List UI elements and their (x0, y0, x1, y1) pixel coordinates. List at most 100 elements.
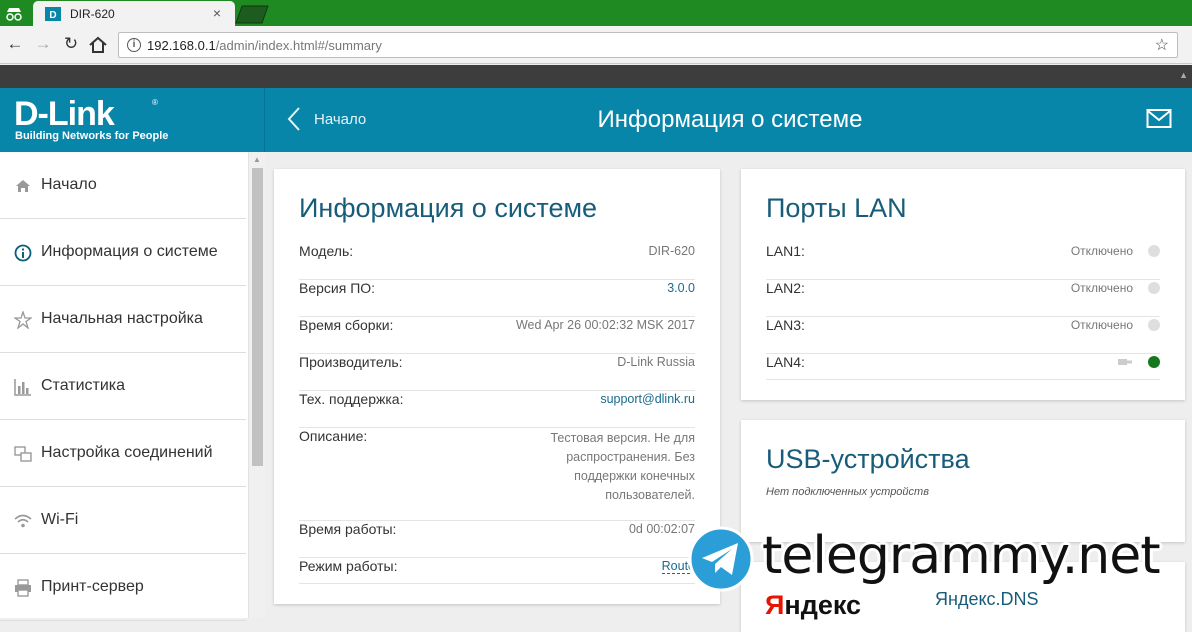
row-value: Тестовая версия. Не для распространения.… (550, 431, 695, 502)
info-row-vendor: Производитель: D-Link Russia (299, 354, 695, 391)
sidebar-item-initial-setup[interactable]: Начальная настройка (0, 286, 246, 353)
tab-close-icon[interactable]: × (213, 5, 221, 21)
port-status-dot (1148, 356, 1160, 368)
row-value: Wed Apr 26 00:02:32 MSK 2017 (515, 318, 695, 332)
home-button-icon[interactable] (88, 36, 108, 54)
row-value: D-Link Russia (617, 355, 695, 369)
sidebar-item-label: Wi-Fi (41, 511, 79, 528)
lan-port-row: LAN2: Отключено (766, 280, 1160, 317)
forward-arrow-icon[interactable]: → (32, 32, 54, 56)
sidebar-item-home[interactable]: Начало (0, 152, 246, 219)
row-label: Производитель: (299, 354, 403, 370)
row-value: 0d 00:02:07 (628, 522, 695, 536)
bookmark-star-icon[interactable]: ☆ (1155, 35, 1169, 55)
sidebar-nav: Начало Информация о системе Начальная на… (0, 152, 248, 621)
watermark: telegrammy.net (688, 522, 1192, 618)
browser-toolbar: ← → ↻ i 192.168.0.1/admin/index.html#/su… (0, 26, 1192, 64)
site-info-icon[interactable]: i (127, 38, 141, 52)
printer-icon (15, 579, 31, 597)
row-label: Время сборки: (299, 317, 394, 333)
port-status-dot (1148, 282, 1160, 294)
app-header: D-Link ® Building Networks for People На… (0, 88, 1192, 152)
sidebar-item-label: Информация о системе (41, 243, 218, 260)
scrollbar-thumb[interactable] (252, 168, 263, 466)
new-tab-button[interactable] (234, 4, 270, 24)
sidebar-item-connections[interactable]: Настройка соединений (0, 420, 246, 487)
row-label: Описание: (299, 428, 368, 444)
port-status-dot (1148, 245, 1160, 257)
row-label: LAN2: (766, 280, 805, 296)
info-row-support: Тех. поддержка: support@dlink.ru (299, 391, 695, 428)
address-bar[interactable]: i 192.168.0.1/admin/index.html#/summary … (118, 32, 1178, 58)
url-host: 192.168.0.1 (147, 38, 216, 53)
row-value: DIR-620 (648, 244, 695, 258)
chevron-left-icon[interactable] (286, 106, 302, 132)
support-email-link[interactable]: support@dlink.ru (600, 392, 695, 406)
port-status: Отключено (1070, 318, 1133, 332)
card-title: Информация о системе (299, 193, 598, 223)
sidebar-item-system-info[interactable]: Информация о системе (0, 219, 246, 286)
card-title: Порты LAN (766, 193, 907, 223)
usb-empty-text: Нет подключенных устройств (766, 486, 929, 498)
dlink-favicon-icon: D (45, 7, 61, 21)
scroll-up-arrow-icon[interactable]: ▲ (253, 155, 261, 164)
sidebar-item-label: Настройка соединений (41, 444, 213, 461)
incognito-icon (6, 8, 22, 21)
info-row-description: Описание: Тестовая версия. Не для распро… (299, 428, 695, 521)
sidebar-item-wifi[interactable]: Wi-Fi (0, 487, 246, 554)
card-title: USB-устройства (766, 444, 970, 474)
sidebar-item-label: Начальная настройка (41, 310, 203, 327)
port-status: Отключено (1070, 281, 1133, 295)
row-label: Модель: (299, 243, 354, 259)
info-row-build-time: Время сборки: Wed Apr 26 00:02:32 MSK 20… (299, 317, 695, 354)
url-path: /admin/index.html#/summary (215, 38, 382, 53)
info-row-firmware: Версия ПО: 3.0.0 (299, 280, 695, 317)
mail-icon[interactable] (1146, 108, 1172, 130)
system-info-card: Информация о системе Модель: DIR-620 Вер… (274, 169, 720, 604)
lan-port-row: LAN4: (766, 354, 1160, 380)
info-row-model: Модель: DIR-620 (299, 243, 695, 280)
sidebar-item-print-server[interactable]: Принт-сервер (0, 554, 246, 621)
logo-tagline: Building Networks for People (15, 130, 169, 142)
lan-port-row: LAN1: Отключено (766, 243, 1160, 280)
info-row-uptime: Время работы: 0d 00:02:07 (299, 521, 695, 558)
row-label: Время работы: (299, 521, 397, 537)
breadcrumb-back-link[interactable]: Начало (314, 111, 366, 128)
telegram-logo-icon (688, 526, 754, 592)
row-label: Режим работы: (299, 558, 398, 574)
wifi-icon (14, 514, 32, 528)
home-icon (16, 180, 30, 192)
row-label: Тех. поддержка: (299, 391, 404, 407)
sidebar-item-label: Начало (41, 176, 97, 193)
sidebar-item-label: Статистика (41, 377, 126, 394)
row-label: Версия ПО: (299, 280, 376, 296)
row-label: LAN1: (766, 243, 805, 259)
sidebar-scrollbar[interactable]: ▲ (248, 152, 265, 618)
sidebar-item-statistics[interactable]: Статистика (0, 353, 246, 420)
dlink-logo[interactable]: D-Link ® Building Networks for People (0, 88, 265, 152)
svg-text:D: D (49, 10, 56, 21)
page-top-strip: ▲ (0, 65, 1192, 88)
ethernet-plug-icon (1118, 359, 1132, 365)
wizard-icon (14, 311, 32, 329)
logo-text: D-Link (14, 95, 115, 133)
browser-tab[interactable]: D DIR-620 × (33, 1, 235, 27)
lan-ports-card: Порты LAN LAN1: Отключено LAN2: Отключен… (741, 169, 1185, 400)
page-title: Информация о системе (597, 106, 863, 133)
sidebar-item-label: Принт-сервер (41, 578, 144, 595)
info-icon (14, 244, 32, 262)
lan-port-row: LAN3: Отключено (766, 317, 1160, 354)
tab-title: DIR-620 (70, 7, 115, 21)
row-label: LAN4: (766, 354, 805, 370)
info-row-mode: Режим работы: Route (299, 558, 695, 584)
connections-icon (14, 446, 32, 462)
port-status: Отключено (1070, 244, 1133, 258)
firmware-version-link[interactable]: 3.0.0 (667, 281, 695, 295)
reload-icon[interactable]: ↻ (60, 32, 82, 56)
statistics-icon (14, 379, 31, 396)
port-status-dot (1148, 319, 1160, 331)
back-arrow-icon[interactable]: ← (4, 32, 26, 56)
scroll-up-arrow-icon[interactable]: ▲ (1179, 70, 1188, 80)
watermark-text: telegrammy.net (762, 526, 1161, 586)
browser-tab-strip: D DIR-620 × (0, 0, 1192, 27)
